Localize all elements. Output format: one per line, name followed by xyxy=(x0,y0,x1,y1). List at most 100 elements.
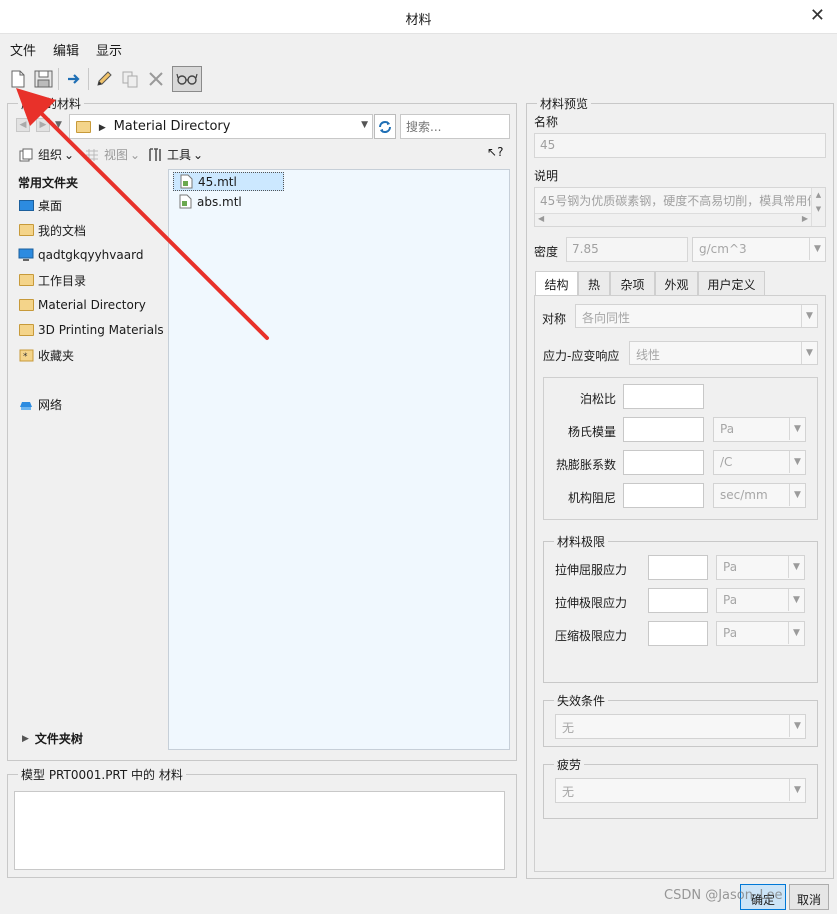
new-file-icon[interactable] xyxy=(6,66,30,92)
file-list[interactable]: 45.mtl abs.mtl xyxy=(168,169,510,750)
delete-x-icon[interactable] xyxy=(144,66,168,92)
chevron-down-icon: ▼ xyxy=(788,589,804,611)
thermal-unit-select[interactable]: /C ▼ xyxy=(713,450,806,475)
sidebar-item-favorites[interactable]: * 收藏夹 xyxy=(18,345,74,365)
name-field[interactable]: 45 xyxy=(534,133,826,158)
name-label: 名称 xyxy=(534,115,559,129)
poisson-field[interactable] xyxy=(623,384,704,409)
model-materials-list[interactable] xyxy=(14,791,505,870)
description-vscroll[interactable]: ▲ ▼ xyxy=(811,188,825,226)
favorites-icon: * xyxy=(18,348,34,362)
path-combo[interactable]: ▶ Material Directory ▼ xyxy=(69,114,373,139)
glasses-icon[interactable] xyxy=(172,66,202,92)
window-title: 材料 xyxy=(405,13,432,28)
chevron-down-icon: ▼ xyxy=(801,342,817,364)
sidebar-item-workdir[interactable]: 工作目录 xyxy=(18,270,86,290)
chevron-down-icon: ▼ xyxy=(789,451,805,473)
path-dropdown-icon[interactable]: ▼ xyxy=(361,120,368,130)
whats-this-icon[interactable]: ↖? xyxy=(487,145,503,159)
material-file-icon xyxy=(177,194,193,209)
compressive-ultimate-field[interactable] xyxy=(648,621,708,646)
compressive-ultimate-label: 压缩极限应力 xyxy=(555,629,628,643)
library-folder-icon xyxy=(75,120,91,134)
tab-structure[interactable]: 结构 xyxy=(535,271,578,296)
preview-legend: 材料预览 xyxy=(540,97,589,111)
description-label: 说明 xyxy=(534,169,559,183)
chevron-down-icon: ▼ xyxy=(801,305,817,327)
youngs-modulus-field[interactable] xyxy=(623,417,704,442)
tensile-ultimate-field[interactable] xyxy=(648,588,708,613)
chevron-down-icon: ▼ xyxy=(789,418,805,440)
failure-select[interactable]: 无 ▼ xyxy=(555,714,806,739)
damping-unit-select[interactable]: sec/mm ▼ xyxy=(713,483,806,508)
forward-icon[interactable]: ▶ xyxy=(36,118,50,132)
title-bar: 材料 ✕ xyxy=(0,0,837,34)
chevron-down-icon: ▼ xyxy=(789,779,805,801)
history-dropdown-icon[interactable]: ▼ xyxy=(55,120,62,130)
stress-strain-select[interactable]: 线性 ▼ xyxy=(629,341,818,365)
pencil-icon[interactable] xyxy=(92,66,116,92)
damping-field[interactable] xyxy=(623,483,704,508)
cancel-button[interactable]: 取消 xyxy=(789,884,829,910)
view-label: 视图 xyxy=(104,148,129,162)
menu-view[interactable]: 显示 xyxy=(96,40,122,59)
poisson-label: 泊松比 xyxy=(579,392,616,406)
tab-thermal[interactable]: 热 xyxy=(578,271,610,295)
tensile-yield-field[interactable] xyxy=(648,555,708,580)
tensile-yield-label: 拉伸屈服应力 xyxy=(555,563,628,577)
file-item-abs[interactable]: abs.mtl xyxy=(173,192,242,211)
tab-misc[interactable]: 杂项 xyxy=(610,271,655,295)
svg-text:*: * xyxy=(23,352,28,362)
chevron-down-icon: ▼ xyxy=(788,556,804,578)
organize-label: 组织 xyxy=(38,148,63,162)
organize-button[interactable]: 组织 ⌄ xyxy=(18,146,74,163)
library-legend: 库中的材料 xyxy=(21,97,82,111)
youngs-unit-select[interactable]: Pa ▼ xyxy=(713,417,806,442)
tools-button[interactable]: 工具 ⌄ xyxy=(147,146,203,163)
file-item-45[interactable]: 45.mtl xyxy=(173,172,284,191)
youngs-modulus-label: 杨氏模量 xyxy=(567,425,616,439)
description-text: 45号钢为优质碳素钢，硬度不高易切削，模具常用做 xyxy=(540,194,811,208)
tensile-yield-unit-select[interactable]: Pa ▼ xyxy=(716,555,805,580)
density-label: 密度 xyxy=(534,245,559,259)
sidebar-item-computer[interactable]: qadtgkqyyhvaard xyxy=(18,245,143,265)
path-chevron-icon: ▶ xyxy=(98,123,106,133)
sidebar-item-3d-printing[interactable]: 3D Printing Materials xyxy=(18,320,164,340)
refresh-icon[interactable] xyxy=(374,114,396,139)
save-icon[interactable] xyxy=(32,66,56,92)
view-button[interactable]: 视图 ⌄ xyxy=(84,146,140,163)
computer-icon xyxy=(18,248,34,262)
folder-tree-toggle[interactable]: ▶ 文件夹树 xyxy=(22,730,83,747)
density-field[interactable]: 7.85 xyxy=(566,237,688,262)
compressive-ultimate-unit-select[interactable]: Pa ▼ xyxy=(716,621,805,646)
close-icon[interactable]: ✕ xyxy=(810,5,825,26)
path-text: Material Directory xyxy=(113,119,231,134)
tab-appearance[interactable]: 外观 xyxy=(655,271,698,295)
documents-icon xyxy=(18,223,34,237)
toolbar xyxy=(4,64,204,94)
menu-edit[interactable]: 编辑 xyxy=(53,40,79,59)
tensile-ultimate-unit-select[interactable]: Pa ▼ xyxy=(716,588,805,613)
chevron-down-icon: ▼ xyxy=(789,484,805,506)
description-field[interactable]: 45号钢为优质碳素钢，硬度不高易切削，模具常用做 ▲ ▼ ◀ ▶ xyxy=(534,187,826,227)
sidebar-item-material-directory[interactable]: Material Directory xyxy=(18,295,146,315)
damping-label: 机构阻尼 xyxy=(567,491,616,505)
search-input[interactable] xyxy=(400,114,510,139)
symmetry-select[interactable]: 各向同性 ▼ xyxy=(575,304,818,328)
copy-icon[interactable] xyxy=(118,66,142,92)
description-hscroll[interactable]: ◀ ▶ xyxy=(535,213,811,226)
arrow-right-icon[interactable] xyxy=(62,66,86,92)
thermal-expansion-field[interactable] xyxy=(623,450,704,475)
symmetry-label: 对称 xyxy=(542,312,567,326)
material-file-icon xyxy=(178,174,194,189)
menu-file[interactable]: 文件 xyxy=(10,40,36,59)
tab-user-defined[interactable]: 用户定义 xyxy=(698,271,765,295)
sidebar-item-network[interactable]: 网络 xyxy=(18,394,62,414)
thermal-expansion-label: 热膨胀系数 xyxy=(555,458,616,472)
density-unit-select[interactable]: g/cm^3 ▼ xyxy=(692,237,826,262)
sidebar-item-desktop[interactable]: 桌面 xyxy=(18,195,62,215)
sidebar-item-documents[interactable]: 我的文档 xyxy=(18,220,86,240)
back-icon[interactable]: ◀ xyxy=(16,118,30,132)
library-folder-icon xyxy=(18,323,34,337)
fatigue-select[interactable]: 无 ▼ xyxy=(555,778,806,803)
